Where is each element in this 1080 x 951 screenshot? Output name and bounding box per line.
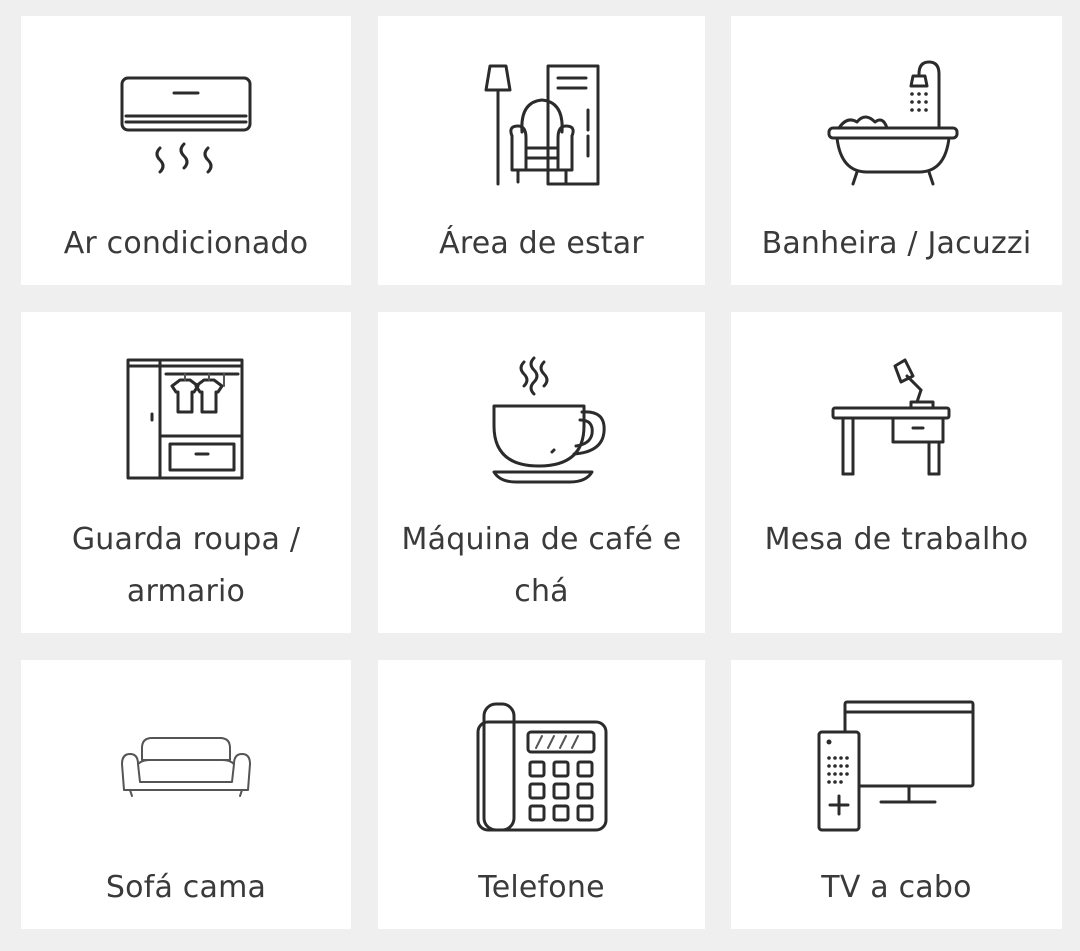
amenity-card-cable-tv: TV a cabo: [731, 660, 1062, 929]
amenity-card-coffee-machine: Máquina de café e chá: [378, 312, 705, 633]
amenity-label: Banheira / Jacuzzi: [761, 226, 1032, 261]
desk-lamp-icon: [731, 356, 1062, 496]
amenities-grid: Ar condicionado Área de estar Banheira /…: [0, 0, 1080, 951]
amenity-card-sofa-bed: Sofá cama: [21, 660, 351, 929]
air-conditioner-icon: [21, 60, 351, 200]
amenity-label: Telefone: [478, 870, 605, 905]
armchair-lamp-icon: [378, 60, 705, 200]
amenity-label: Sofá cama: [105, 870, 267, 905]
amenity-card-telephone: Telefone: [378, 660, 705, 929]
amenity-label: Área de estar: [439, 226, 644, 261]
amenity-label: Mesa de trabalho: [764, 522, 1029, 557]
amenity-card-wardrobe: Guarda roupa / armario: [21, 312, 351, 633]
amenity-label: TV a cabo: [821, 870, 972, 905]
amenity-card-air-conditioning: Ar condicionado: [21, 16, 351, 285]
amenity-label: Ar condicionado: [63, 226, 309, 261]
wardrobe-icon: [21, 356, 351, 496]
amenity-card-living-area: Área de estar: [378, 16, 705, 285]
bathtub-icon: [731, 60, 1062, 200]
amenity-label: Máquina de café e chá: [401, 522, 682, 609]
telephone-icon: [378, 698, 705, 848]
tv-remote-icon: [731, 698, 1062, 848]
amenity-label: Guarda roupa / armario: [71, 522, 301, 609]
amenity-card-work-desk: Mesa de trabalho: [731, 312, 1062, 633]
coffee-cup-icon: [378, 356, 705, 496]
sofa-icon: [21, 698, 351, 848]
amenity-card-bathtub: Banheira / Jacuzzi: [731, 16, 1062, 285]
